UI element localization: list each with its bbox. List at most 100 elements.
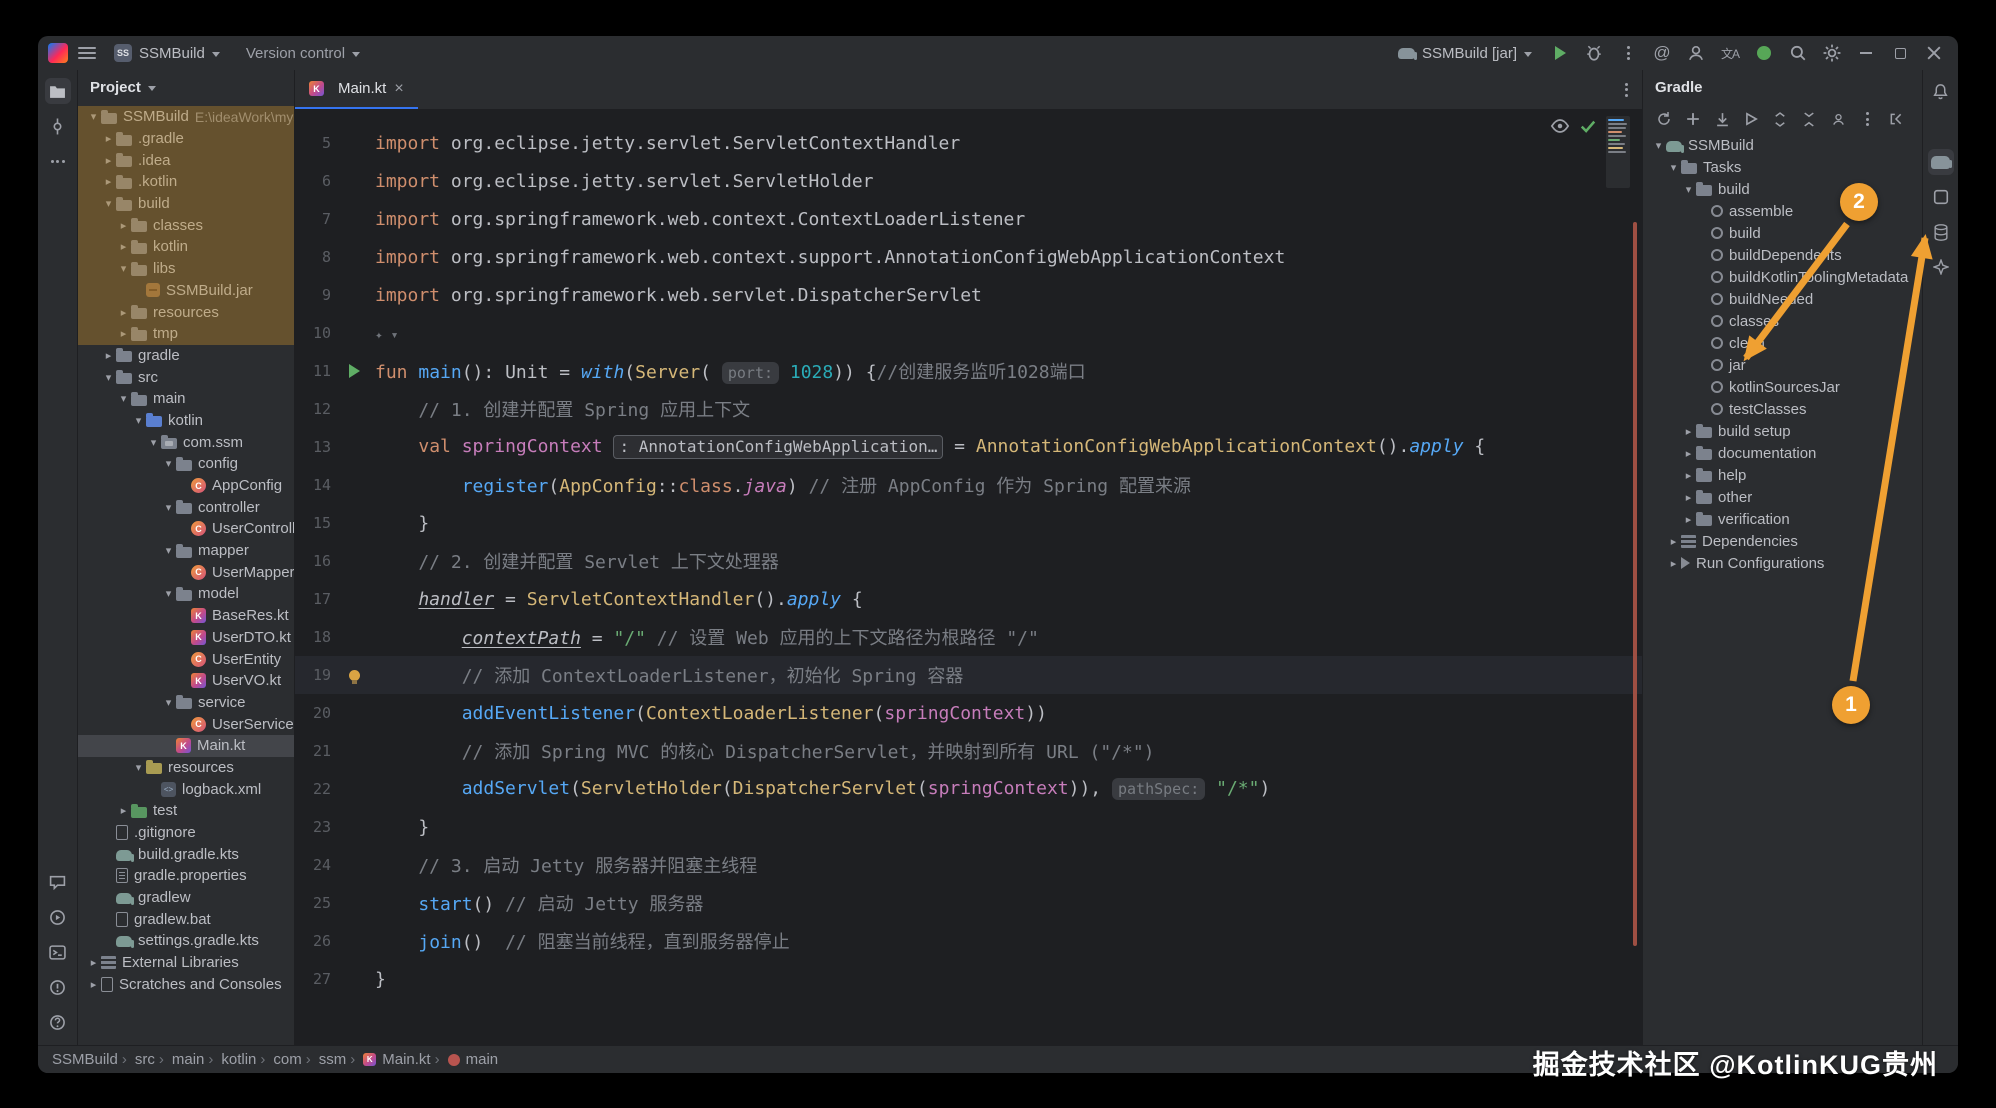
tree-chevron-icon[interactable]: ▸ [1681, 491, 1696, 504]
gradle-add-icon[interactable] [1682, 108, 1704, 130]
gradle-tree-item[interactable]: ▾ build [1643, 178, 1922, 200]
tree-chevron-icon[interactable]: ▾ [146, 436, 161, 449]
error-stripe-preview[interactable] [1606, 116, 1630, 188]
project-tree-item[interactable]: ▾ config [78, 453, 294, 475]
main-menu-icon[interactable] [78, 47, 96, 59]
gradle-refresh-icon[interactable] [1653, 108, 1675, 130]
tree-chevron-icon[interactable]: ▾ [161, 696, 176, 709]
gradle-user-icon[interactable] [1827, 108, 1849, 130]
code-line[interactable]: 7 import org.springframework.web.context… [295, 200, 1642, 238]
breadcrumb-item[interactable]: › Main.kt [350, 1051, 430, 1068]
project-widget[interactable]: SS SSMBuild [106, 41, 228, 65]
gradle-settings-icon[interactable] [1856, 108, 1878, 130]
more-actions-icon[interactable] [1614, 39, 1642, 67]
tree-chevron-icon[interactable]: ▸ [1681, 447, 1696, 460]
device-manager-tool-icon[interactable] [1928, 184, 1954, 210]
gradle-run-task-icon[interactable] [1740, 108, 1762, 130]
collapse-all-icon[interactable] [1798, 108, 1820, 130]
tree-chevron-icon[interactable]: ▸ [116, 219, 131, 232]
ai-assistant-tool-icon[interactable] [1928, 254, 1954, 280]
run-button[interactable] [1546, 39, 1574, 67]
gradle-tree-item[interactable]: assemble [1643, 200, 1922, 222]
tree-chevron-icon[interactable]: ▸ [86, 956, 101, 969]
project-tree-item[interactable]: UserService [78, 713, 294, 735]
close-button[interactable] [1920, 39, 1948, 67]
project-tree-item[interactable]: ▸ External Libraries [78, 952, 294, 974]
project-tree-item[interactable]: UserController [78, 518, 294, 540]
inspections-ok-icon[interactable] [1578, 116, 1598, 136]
project-tree-item[interactable]: ▾ model [78, 583, 294, 605]
project-tree-item[interactable]: gradlew [78, 887, 294, 909]
project-tree-item[interactable]: ▾ src [78, 366, 294, 388]
project-tree-item[interactable]: gradlew.bat [78, 908, 294, 930]
code-line[interactable]: 23 } [295, 808, 1642, 846]
project-tree-item[interactable]: ▸ gradle [78, 345, 294, 367]
tree-chevron-icon[interactable]: ▸ [1666, 535, 1681, 548]
translate-icon[interactable]: 文A [1716, 39, 1744, 67]
tree-chevron-icon[interactable]: ▸ [101, 175, 116, 188]
editor-options-icon[interactable] [1625, 83, 1628, 97]
run-configuration-widget[interactable]: SSMBuild [jar] [1390, 42, 1540, 65]
breadcrumb-item[interactable]: › src [122, 1051, 155, 1068]
tree-chevron-icon[interactable]: ▸ [116, 327, 131, 340]
breadcrumb-item[interactable]: › main [435, 1051, 499, 1068]
project-tree-item[interactable]: UserEntity [78, 648, 294, 670]
gradle-tree-item[interactable]: buildDependents [1643, 244, 1922, 266]
tree-chevron-icon[interactable]: ▾ [1666, 161, 1681, 174]
project-tree-item[interactable]: gradle.properties [78, 865, 294, 887]
project-tree-item[interactable]: ▾ service [78, 692, 294, 714]
search-icon[interactable] [1784, 39, 1812, 67]
project-tree-item[interactable]: ▾ kotlin [78, 410, 294, 432]
tree-chevron-icon[interactable]: ▾ [1651, 139, 1666, 152]
code-line[interactable]: 14 register(AppConfig::class.java) // 注册… [295, 466, 1642, 504]
project-tree-item[interactable]: ▸ kotlin [78, 236, 294, 258]
code-editor[interactable]: import org.eclipse.jetty.server.Server 5… [295, 110, 1642, 1045]
code-line[interactable]: 12 // 1. 创建并配置 Spring 应用上下文 [295, 390, 1642, 428]
code-line[interactable]: 25 start() // 启动 Jetty 服务器 [295, 884, 1642, 922]
project-tree-item[interactable]: ▾ com.ssm [78, 431, 294, 453]
code-line[interactable]: 22 addServlet(ServletHolder(DispatcherSe… [295, 770, 1642, 808]
project-tree-item[interactable]: ▸ .kotlin [78, 171, 294, 193]
gradle-tree-item[interactable]: ▸ verification [1643, 508, 1922, 530]
project-tree-item[interactable]: ▾ mapper [78, 540, 294, 562]
code-line[interactable]: 18 contextPath = "/" // 设置 Web 应用的上下文路径为… [295, 618, 1642, 656]
profile-icon[interactable] [1682, 39, 1710, 67]
gutter-icon[interactable] [349, 364, 360, 378]
project-tool-icon[interactable] [45, 78, 71, 104]
gradle-tree-item[interactable]: jar [1643, 354, 1922, 376]
project-tree-item[interactable]: ▸ test [78, 800, 294, 822]
tree-chevron-icon[interactable]: ▾ [161, 501, 176, 514]
vcs-changes-stripe[interactable] [1633, 222, 1637, 946]
project-tree-item[interactable]: ▾ resources [78, 757, 294, 779]
project-panel-header[interactable]: Project [78, 70, 294, 104]
project-tree-item[interactable]: Main.kt [78, 735, 294, 757]
code-line[interactable]: 19 // 添加 ContextLoaderListener，初始化 Sprin… [295, 656, 1642, 694]
project-tree-item[interactable]: ▸ resources [78, 301, 294, 323]
code-line[interactable]: 8 import org.springframework.web.context… [295, 238, 1642, 276]
tree-chevron-icon[interactable]: ▾ [131, 761, 146, 774]
plugin-status-icon[interactable] [1750, 39, 1778, 67]
problems-tool-icon[interactable] [45, 974, 71, 1000]
tree-chevron-icon[interactable]: ▸ [101, 154, 116, 167]
tree-chevron-icon[interactable]: ▾ [161, 587, 176, 600]
gradle-tree-item[interactable]: ▸ build setup [1643, 420, 1922, 442]
reader-mode-icon[interactable] [1550, 116, 1570, 136]
gradle-tree-item[interactable]: ▸ help [1643, 464, 1922, 486]
project-tree-item[interactable]: build.gradle.kts [78, 843, 294, 865]
code-line[interactable]: 27 } [295, 960, 1642, 998]
project-tree-item[interactable]: ▾ build [78, 193, 294, 215]
code-line[interactable]: 15 } [295, 504, 1642, 542]
tree-chevron-icon[interactable]: ▸ [1681, 469, 1696, 482]
breadcrumb-item[interactable]: › ssm [306, 1051, 347, 1068]
tree-chevron-icon[interactable]: ▸ [116, 804, 131, 817]
tree-chevron-icon[interactable]: ▸ [101, 349, 116, 362]
project-tree-item[interactable]: logback.xml [78, 778, 294, 800]
gradle-tree-item[interactable]: buildNeeded [1643, 288, 1922, 310]
maximize-button[interactable] [1886, 39, 1914, 67]
project-tree-item[interactable]: AppConfig [78, 475, 294, 497]
gutter-icon[interactable] [349, 670, 360, 681]
code-line[interactable]: 9 import org.springframework.web.servlet… [295, 276, 1642, 314]
project-tree-item[interactable]: ▸ .idea [78, 149, 294, 171]
commit-tool-icon[interactable] [45, 113, 71, 139]
tree-chevron-icon[interactable]: ▸ [1681, 425, 1696, 438]
